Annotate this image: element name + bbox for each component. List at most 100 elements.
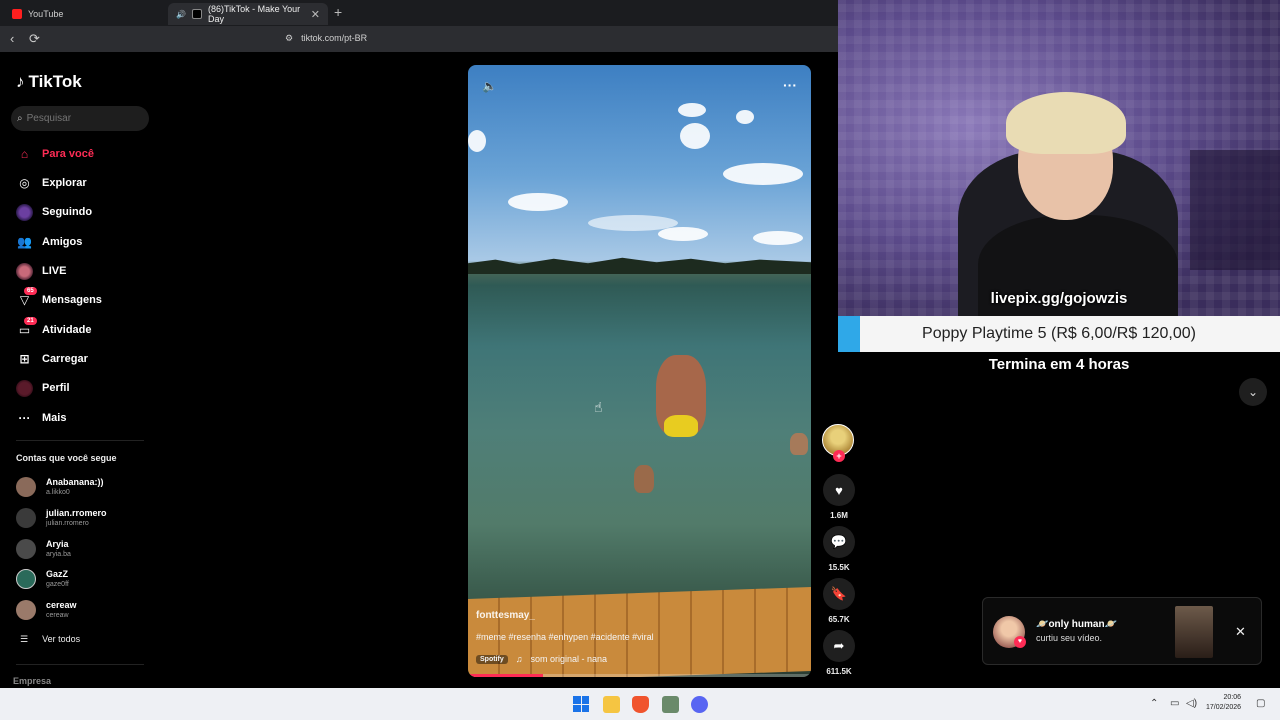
- followed-account[interactable]: julian.rromero julian.rromero: [16, 505, 107, 531]
- logo-text: TikTok: [28, 72, 82, 91]
- youtube-favicon-icon: [12, 9, 22, 19]
- minecraft-icon[interactable]: [662, 696, 679, 713]
- reload-icon[interactable]: ⟳: [29, 31, 40, 47]
- live-icon: [16, 262, 33, 280]
- heart-icon: ♥: [835, 482, 843, 498]
- footer-link-empresa[interactable]: Empresa: [13, 676, 51, 686]
- avatar: [16, 508, 36, 528]
- list-icon: ☰: [20, 634, 29, 644]
- file-explorer-icon[interactable]: [603, 696, 620, 713]
- search-bar[interactable]: ⌕: [11, 106, 149, 131]
- comment-count: 15.5K: [828, 563, 850, 572]
- account-handle: cereaw: [46, 612, 69, 619]
- share-icon: ➦: [833, 638, 845, 653]
- brave-browser-icon[interactable]: [632, 696, 649, 713]
- search-icon: ⌕: [17, 113, 23, 124]
- avatar: [16, 600, 36, 620]
- sidebar-item-mais[interactable]: ··· Mais: [16, 407, 67, 429]
- sidebar-item-live[interactable]: LIVE: [16, 260, 66, 282]
- cloud: [678, 103, 706, 117]
- tab-tiktok[interactable]: 🔊 (86)TikTok - Make Your Day ✕: [168, 3, 328, 25]
- tiktok-note-icon: ♪: [16, 72, 25, 91]
- sidebar-item-label: LIVE: [42, 265, 67, 277]
- streamer-hair: [1006, 92, 1126, 154]
- network-icon[interactable]: ▭: [1170, 698, 1179, 709]
- divider: [16, 664, 144, 665]
- livepix-link: livepix.gg/gojowzis: [990, 290, 1128, 307]
- tiktok-logo[interactable]: ♪ TikTok: [16, 72, 82, 92]
- sidebar-item-carregar[interactable]: ⊞ Carregar: [16, 348, 87, 370]
- account-name: Anabanana:)): [46, 477, 104, 487]
- followed-account[interactable]: cereaw cereaw: [16, 597, 77, 623]
- speaker-icon: 🔊: [176, 9, 186, 19]
- share-count: 611.5K: [826, 667, 852, 676]
- account-handle: a.likko0: [46, 489, 70, 496]
- spotify-badge: Spotify: [476, 654, 508, 664]
- like-button[interactable]: ♥: [823, 474, 855, 506]
- windows-start-icon[interactable]: [573, 696, 589, 712]
- follow-plus-icon[interactable]: +: [833, 450, 845, 462]
- video-progress-bar[interactable]: [468, 674, 811, 677]
- url-text: tiktok.com/pt-BR: [301, 33, 368, 43]
- account-name: cereaw: [46, 600, 77, 610]
- clock[interactable]: 20:06 17/02/2026: [1206, 693, 1241, 713]
- sidebar-item-label: Mensagens: [42, 294, 102, 306]
- followed-account[interactable]: Aryia aryia.ba: [16, 536, 71, 562]
- sidebar-item-atividade[interactable]: ▭ 21 Atividade: [16, 316, 92, 341]
- tab-youtube[interactable]: YouTube: [4, 3, 164, 25]
- close-tab-icon[interactable]: ✕: [311, 8, 320, 21]
- sidebar-item-label: Perfil: [42, 382, 70, 394]
- sidebar-item-seguindo[interactable]: Seguindo: [16, 201, 92, 223]
- cloud: [508, 193, 568, 211]
- cursor-icon: ☝: [594, 399, 603, 415]
- video-progress-fill: [468, 674, 544, 677]
- donation-goal-bar: Poppy Playtime 5 (R$ 6,00/R$ 120,00): [838, 316, 1280, 352]
- new-tab-button[interactable]: +: [334, 4, 342, 20]
- sidebar-item-mensagens[interactable]: ▽ 65 Mensagens: [16, 286, 102, 311]
- swimmer: [790, 433, 808, 455]
- more-icon: ···: [18, 411, 31, 425]
- video-player[interactable]: 🔈 ··· fonttesmay_ #meme #resenha #enhype…: [468, 65, 811, 677]
- following-section-title: Contas que você segue: [16, 453, 117, 463]
- taskbar: ⌃ ▭ ◁) 20:06 17/02/2026 ▢: [0, 688, 1280, 720]
- next-video-button[interactable]: ⌄: [1239, 378, 1267, 406]
- cloud: [736, 110, 754, 124]
- more-options-icon[interactable]: ···: [783, 77, 797, 93]
- screen: { "browser": { "tabs": [ {"title": "YouT…: [0, 0, 1280, 720]
- followed-account[interactable]: GazZ gaze0ff: [16, 566, 69, 592]
- volume-icon[interactable]: 🔈: [482, 79, 497, 93]
- activity-badge: 21: [24, 316, 37, 325]
- share-button[interactable]: ➦: [823, 630, 855, 662]
- volume-tray-icon[interactable]: ◁): [1186, 698, 1197, 709]
- see-all-link[interactable]: ☰ Ver todos: [20, 634, 80, 645]
- account-name: GazZ: [46, 569, 69, 579]
- close-notification-icon[interactable]: ✕: [1235, 624, 1246, 640]
- following-icon: [16, 203, 33, 221]
- comment-button[interactable]: 💬: [823, 526, 855, 558]
- like-notification[interactable]: ♥ 🪐only human🪐 curtiu seu vídeo. ✕: [982, 597, 1262, 665]
- tray-chevron-icon[interactable]: ⌃: [1150, 698, 1158, 709]
- followed-account[interactable]: Anabanana:)) a.likko0: [16, 474, 104, 500]
- sidebar-item-para-voce[interactable]: ⌂ Para você: [16, 143, 94, 165]
- sidebar-item-perfil[interactable]: Perfil: [16, 377, 70, 399]
- video-caption[interactable]: #meme #resenha #enhypen #acidente #viral: [476, 632, 654, 642]
- search-input[interactable]: [26, 113, 137, 124]
- chevron-down-icon: ⌄: [1247, 385, 1259, 399]
- sidebar-item-amigos[interactable]: 👥 Amigos: [16, 231, 82, 253]
- sidebar-item-explorar[interactable]: ◎ Explorar: [16, 172, 86, 194]
- home-icon: ⌂: [20, 147, 29, 161]
- back-icon[interactable]: ‹: [10, 31, 14, 46]
- site-info-icon[interactable]: ⚙: [285, 33, 293, 44]
- save-button[interactable]: 🔖: [823, 578, 855, 610]
- video-author[interactable]: fonttesmay_: [476, 610, 535, 621]
- cloud: [753, 231, 803, 245]
- discord-icon[interactable]: [691, 696, 708, 713]
- account-handle: aryia.ba: [46, 551, 71, 558]
- swimmer: [634, 465, 654, 493]
- url-field[interactable]: ⚙ tiktok.com/pt-BR: [285, 33, 367, 44]
- see-all-label: Ver todos: [42, 634, 81, 644]
- sidebar-item-label: Atividade: [42, 324, 92, 336]
- notifications-icon[interactable]: ▢: [1256, 698, 1265, 709]
- avatar: [16, 477, 36, 497]
- video-music[interactable]: Spotify ♫ som original - nana: [476, 654, 607, 664]
